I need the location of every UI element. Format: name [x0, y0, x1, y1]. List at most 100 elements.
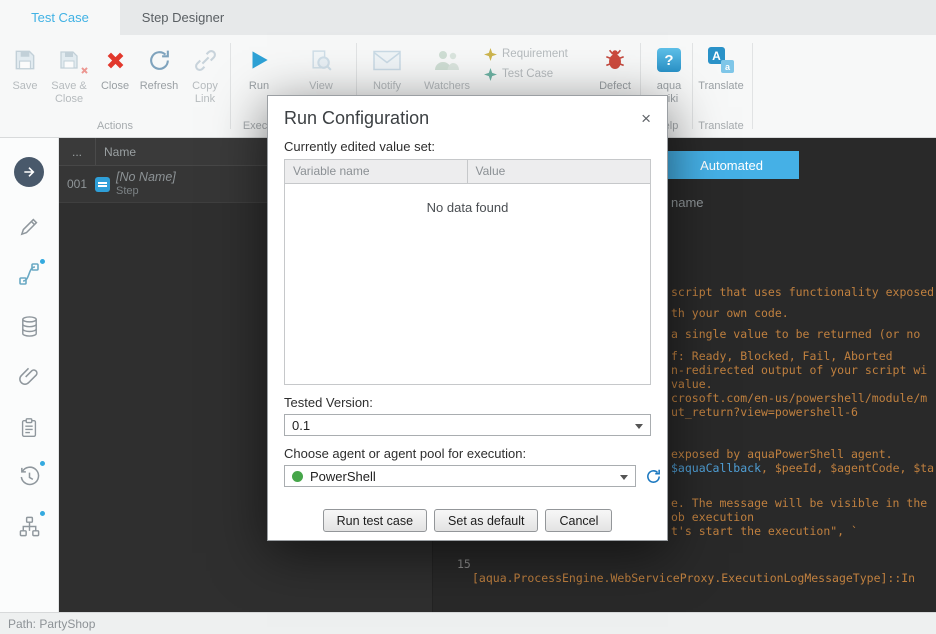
- add-item-group: Requirement Test Case: [484, 44, 568, 84]
- link-icon: [182, 41, 228, 79]
- path-label: Path: PartyShop: [8, 617, 95, 631]
- pencil-icon: [18, 215, 41, 238]
- run-test-case-button[interactable]: Run test case: [323, 509, 427, 532]
- agent-online-dot: [292, 471, 303, 482]
- collapse-panel-button[interactable]: [0, 150, 58, 194]
- code-line: n-redirected output of your script wi: [671, 363, 927, 377]
- value-set-table-header: Variable name Value: [285, 160, 650, 184]
- run-button[interactable]: Run: [236, 41, 282, 93]
- cancel-button[interactable]: Cancel: [545, 509, 612, 532]
- value-set-label: Currently edited value set:: [284, 139, 651, 154]
- translate-button[interactable]: Aa Translate: [698, 41, 744, 93]
- left-sidebar: [0, 138, 59, 612]
- code-line: a single value to be returned (or no: [671, 327, 920, 341]
- run-play-icon: [236, 41, 282, 79]
- run-configuration-dialog: Run Configuration × Currently edited val…: [267, 95, 668, 541]
- notify-button[interactable]: Notify: [364, 41, 410, 93]
- document-tabs: Test Case Step Designer: [0, 0, 936, 35]
- line-number: 15: [457, 557, 471, 571]
- agent-label: Choose agent or agent pool for execution…: [284, 446, 651, 461]
- translate-icon: Aa: [698, 41, 744, 79]
- step-number: 001: [59, 177, 89, 191]
- tab-step-designer-label: Step Designer: [142, 10, 224, 25]
- code-line: f: Ready, Blocked, Fail, Aborted: [671, 349, 893, 363]
- field-label-fragment: name: [671, 195, 704, 210]
- dialog-close-icon[interactable]: ×: [641, 110, 651, 127]
- notification-dot: [38, 257, 47, 266]
- ribbon-separator: [692, 43, 693, 129]
- view-button[interactable]: View: [298, 41, 344, 93]
- requirement-icon: [484, 48, 497, 61]
- defect-button[interactable]: Defect: [592, 41, 638, 93]
- steps-flow-icon: [17, 262, 41, 286]
- close-icon: [92, 41, 138, 79]
- code-line: value.: [671, 377, 713, 391]
- close-x-overlay-icon: [79, 65, 90, 76]
- arrow-right-icon: [14, 157, 44, 187]
- notification-dot: [38, 459, 47, 468]
- code-line: crosoft.com/en-us/powershell/module/m: [671, 391, 927, 405]
- ribbon-separator: [230, 43, 231, 129]
- help-question-icon: ?: [646, 41, 692, 79]
- group-label-translate: Translate: [686, 120, 756, 132]
- code-line-15: 15 [aqua.ProcessEngine.WebServiceProxy.E…: [433, 543, 936, 599]
- tested-version-label: Tested Version:: [284, 395, 651, 410]
- set-as-default-button[interactable]: Set as default: [434, 509, 538, 532]
- agent-value: PowerShell: [310, 469, 376, 484]
- refresh-button[interactable]: Refresh: [136, 41, 182, 93]
- refresh-agents-icon[interactable]: [645, 468, 662, 485]
- envelope-icon: [364, 41, 410, 79]
- code-line: ut_return?view=powershell-6: [671, 405, 858, 419]
- tab-step-designer[interactable]: Step Designer: [120, 0, 246, 35]
- tab-automated[interactable]: Automated: [664, 151, 799, 179]
- status-bar: Path: PartyShop: [0, 612, 936, 634]
- refresh-icon: [136, 41, 182, 79]
- save-and-close-icon: [46, 41, 92, 79]
- save-icon: [2, 41, 48, 79]
- database-icon: [18, 315, 41, 338]
- column-variable-name[interactable]: Variable name: [285, 160, 468, 183]
- save-button[interactable]: Save: [2, 41, 48, 93]
- sidebar-item-steps[interactable]: [0, 252, 58, 296]
- sidebar-item-data[interactable]: [0, 304, 58, 348]
- group-label-actions: Actions: [80, 120, 150, 132]
- add-requirement-button[interactable]: Requirement: [484, 44, 568, 64]
- bug-icon: [592, 41, 638, 79]
- add-test-case-button[interactable]: Test Case: [484, 64, 568, 84]
- history-clock-icon: [18, 465, 41, 488]
- watchers-button[interactable]: Watchers: [424, 41, 470, 93]
- no-data-message: No data found: [285, 184, 650, 215]
- chevron-down-icon: [620, 475, 628, 480]
- copy-link-button[interactable]: Copy Link: [182, 41, 228, 106]
- app-window: Test Case Step Designer Save Save & Clos…: [0, 0, 936, 634]
- value-set-table: Variable name Value No data found: [284, 159, 651, 385]
- step-type-label: Step: [116, 185, 176, 198]
- code-line: e. The message will be visible in the: [671, 496, 927, 510]
- paperclip-icon: [18, 365, 41, 388]
- sidebar-item-edit[interactable]: [0, 204, 58, 248]
- view-icon: [298, 41, 344, 79]
- column-dots[interactable]: ...: [59, 145, 95, 159]
- tab-test-case-label: Test Case: [31, 10, 89, 25]
- sidebar-item-history[interactable]: [0, 454, 58, 498]
- step-type-icon: [95, 177, 110, 192]
- sidebar-item-tasks[interactable]: [0, 406, 58, 450]
- code-line: ob execution: [671, 510, 754, 524]
- column-value[interactable]: Value: [468, 160, 651, 183]
- value-set-table-body: No data found: [285, 184, 650, 384]
- sidebar-item-attachments[interactable]: [0, 354, 58, 398]
- agent-select[interactable]: PowerShell: [284, 465, 636, 487]
- tested-version-select[interactable]: 0.1: [284, 414, 651, 436]
- save-and-close-button[interactable]: Save & Close: [46, 41, 92, 106]
- code-line: t's start the execution", `: [671, 524, 858, 538]
- step-name: [No Name]: [116, 170, 176, 185]
- tab-test-case[interactable]: Test Case: [0, 0, 120, 35]
- code-line: exposed by aquaPowerShell agent.: [671, 447, 893, 461]
- test-case-icon: [484, 68, 497, 81]
- notification-dot: [38, 509, 47, 518]
- sidebar-item-dependencies[interactable]: [0, 504, 58, 548]
- close-button[interactable]: Close: [92, 41, 138, 93]
- code-line: script that uses functionality exposed: [671, 285, 934, 299]
- code-line: th your own code.: [671, 306, 789, 320]
- watchers-people-icon: [424, 41, 470, 79]
